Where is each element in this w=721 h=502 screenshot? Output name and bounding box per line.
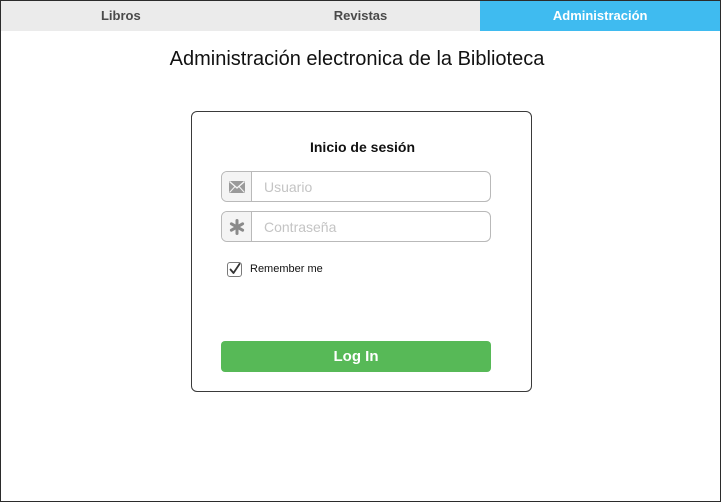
tab-libros[interactable]: Libros: [1, 1, 241, 31]
asterisk-icon: [222, 212, 252, 241]
username-input[interactable]: [252, 172, 490, 201]
remember-me-checkbox[interactable]: [227, 261, 242, 277]
checkmark-icon: [229, 263, 240, 274]
page-title: Administración electronica de la Bibliot…: [169, 48, 545, 70]
username-field: [221, 171, 491, 202]
password-field: [221, 211, 491, 242]
password-input[interactable]: [252, 212, 490, 241]
remember-me[interactable]: Remember me: [227, 261, 323, 277]
tab-revistas[interactable]: Revistas: [240, 1, 481, 31]
remember-me-label: Remember me: [250, 263, 323, 275]
app-window: Libros Revistas Administración Administr…: [0, 0, 721, 502]
login-button[interactable]: Log In: [221, 341, 491, 372]
tab-bar: Libros Revistas Administración: [1, 1, 721, 31]
envelope-icon: [222, 172, 252, 201]
login-title: Inicio de sesión: [309, 139, 416, 155]
login-card: Inicio de sesión Usuario Remember me Log…: [191, 111, 532, 392]
tab-administracion[interactable]: Administración: [480, 1, 721, 31]
